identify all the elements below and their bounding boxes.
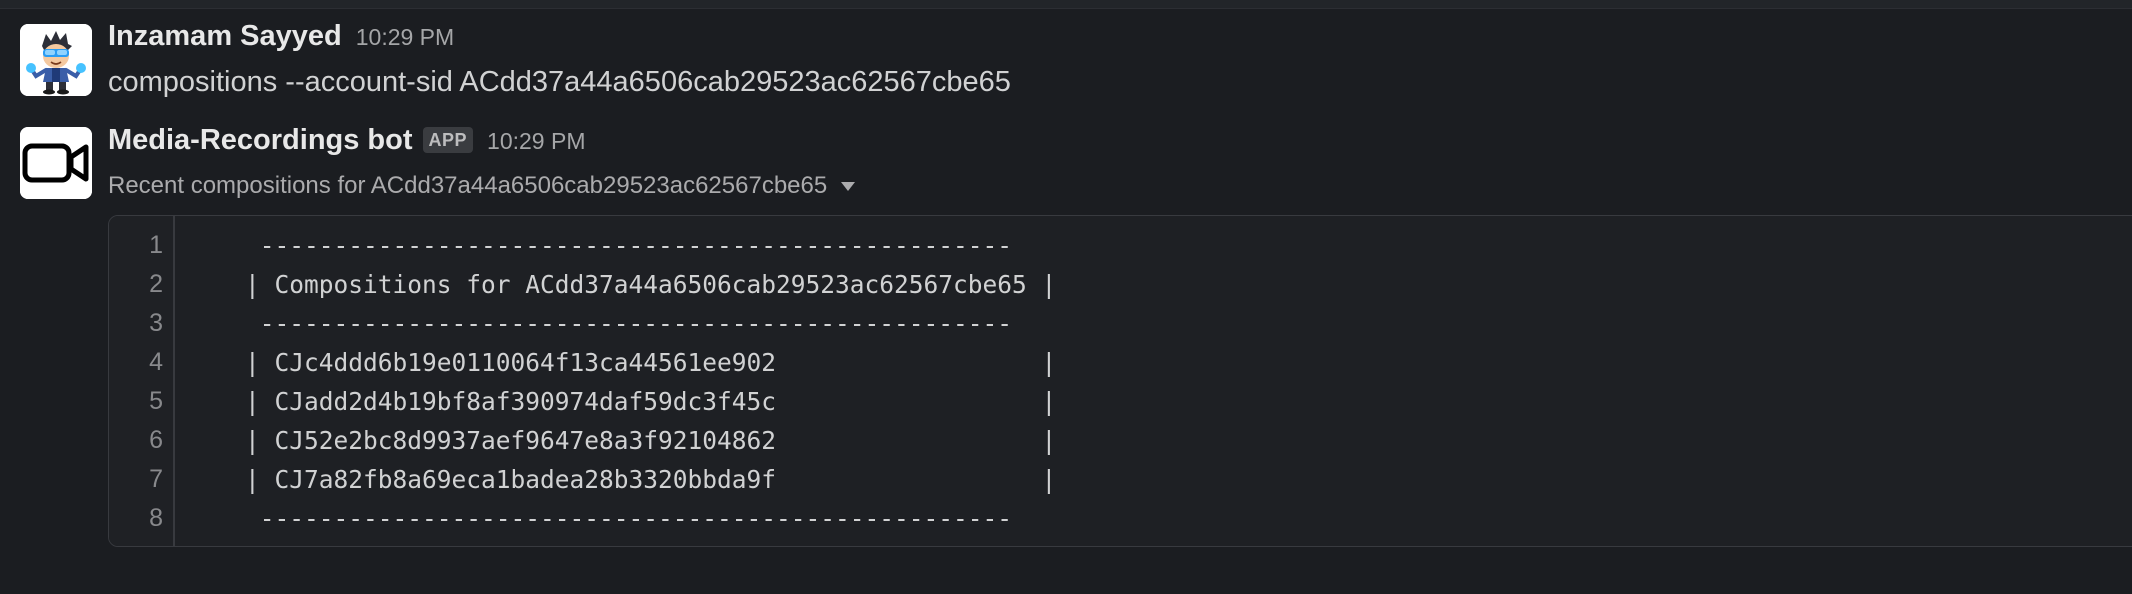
message-text: compositions --account-sid ACdd37a44a650…	[108, 66, 1011, 98]
top-divider-strip	[0, 0, 2132, 9]
app-badge: APP	[422, 127, 474, 153]
line-number: 3	[149, 309, 163, 337]
line-number: 2	[149, 270, 163, 298]
code-line: | Compositions for ACdd37a44a6506cab2952…	[245, 270, 1057, 299]
sender-name[interactable]: Media-Recordings bot	[108, 124, 413, 157]
chevron-down-icon[interactable]	[841, 181, 856, 191]
attachment-title: Recent compositions for ACdd37a44a6506ca…	[108, 172, 828, 199]
code-snippet: 1 2 3 4 5 6 7 8 ------------------------…	[108, 215, 2132, 547]
message-header: Media-Recordings bot APP 10:29 PM	[108, 124, 585, 162]
line-number: 8	[149, 504, 163, 532]
line-number: 1	[149, 231, 163, 259]
code-line: | CJ52e2bc8d9937aef9647e8a3f92104862 |	[245, 426, 1057, 455]
code-line: | CJc4ddd6b19e0110064f13ca44561ee902 |	[245, 348, 1057, 377]
line-number: 5	[149, 387, 163, 415]
code-line: ----------------------------------------…	[245, 309, 1013, 338]
code-line: | CJ7a82fb8a69eca1badea28b3320bbda9f |	[245, 465, 1057, 494]
attachment-header[interactable]: Recent compositions for ACdd37a44a6506ca…	[108, 172, 856, 200]
message-timestamp[interactable]: 10:29 PM	[487, 128, 585, 155]
user-avatar[interactable]	[20, 24, 92, 96]
sender-name[interactable]: Inzamam Sayyed	[108, 20, 342, 53]
message-header: Inzamam Sayyed 10:29 PM	[108, 20, 454, 58]
code-line: | CJadd2d4b19bf8af390974daf59dc3f45c |	[245, 387, 1057, 416]
bot-avatar[interactable]	[20, 127, 92, 199]
code-line: ----------------------------------------…	[245, 231, 1013, 260]
cartoon-avatar-icon	[20, 24, 92, 96]
line-number: 7	[149, 465, 163, 493]
code-line: ----------------------------------------…	[245, 504, 1013, 533]
line-number: 4	[149, 348, 163, 376]
line-number: 6	[149, 426, 163, 454]
video-camera-icon	[20, 127, 92, 199]
line-number-gutter: 1 2 3 4 5 6 7 8	[109, 216, 175, 546]
message-timestamp[interactable]: 10:29 PM	[356, 24, 454, 51]
